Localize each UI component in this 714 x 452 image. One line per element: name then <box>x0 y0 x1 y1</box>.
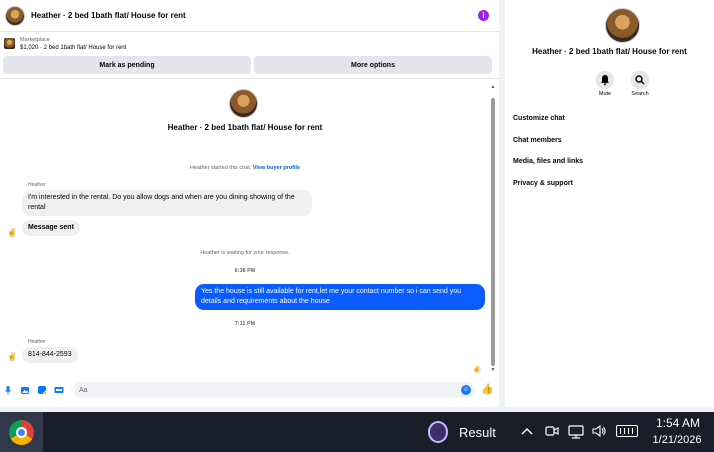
message-sender: Heather <box>28 339 46 345</box>
microphone-icon[interactable] <box>3 385 13 395</box>
details-title: Heather · 2 bed 1bath flat/ House for re… <box>532 47 687 56</box>
scroll-up-arrow-icon[interactable]: ▲ <box>490 84 496 90</box>
incoming-message[interactable]: Message sent <box>22 220 80 236</box>
timestamp: 6:38 PM <box>234 268 256 274</box>
chat-members-item[interactable]: Chat members <box>513 137 562 144</box>
avatar[interactable] <box>5 5 25 26</box>
network-icon[interactable] <box>568 423 584 443</box>
search-label: Search <box>631 91 649 97</box>
chat-panel: Heather · 2 bed 1bath flat/ House for re… <box>0 0 499 407</box>
sender-avatar-icon[interactable]: ✌ <box>6 351 18 363</box>
result-app-icon[interactable] <box>428 421 448 443</box>
clock-date[interactable]: 1/21/2026 <box>648 434 706 446</box>
details-avatar[interactable] <box>605 8 640 43</box>
scroll-down-arrow-icon[interactable]: ▼ <box>490 367 496 373</box>
clock-time[interactable]: 1:54 AM <box>652 416 704 430</box>
listing-price-title: $1,020 · 2 bed 1bath flat/ House for ren… <box>20 45 127 51</box>
message-thread: Heather · 2 bed 1bath flat/ House for re… <box>0 79 490 375</box>
image-icon[interactable] <box>20 385 30 395</box>
started-text: Heather started this chat. <box>189 165 252 171</box>
view-buyer-profile-link[interactable]: View buyer profile <box>253 165 300 171</box>
mark-as-pending-button[interactable]: Mark as pending <box>3 56 251 74</box>
thumbs-up-icon[interactable]: 👍 <box>481 384 493 396</box>
mute-button[interactable]: Mute <box>585 71 625 97</box>
media-files-links-item[interactable]: Media, files and links <box>513 158 583 165</box>
privacy-support-item[interactable]: Privacy & support <box>513 180 573 187</box>
marketplace-listing[interactable]: Marketplace $1,020 · 2 bed 1bath flat/ H… <box>0 33 499 55</box>
chrome-icon[interactable] <box>9 420 34 445</box>
taskbar: Result 1:54 AM 1/21/2026 <box>0 412 714 452</box>
outgoing-message[interactable]: Yes the house is still available for ren… <box>195 284 485 310</box>
scrollbar[interactable]: ▲ ▼ <box>490 84 496 374</box>
listing-category: Marketplace <box>20 37 50 43</box>
result-label[interactable]: Result <box>459 425 496 440</box>
seen-indicator-icon: ✌ <box>473 366 481 374</box>
search-button[interactable]: Search <box>620 71 660 97</box>
message-composer: ☺ 👍 <box>0 380 499 400</box>
more-options-button[interactable]: More options <box>254 56 492 74</box>
conversation-details-panel: Heather · 2 bed 1bath flat/ House for re… <box>505 0 714 407</box>
gif-icon[interactable] <box>54 385 64 395</box>
chat-title[interactable]: Heather · 2 bed 1bath flat/ House for re… <box>31 11 186 20</box>
mute-label: Mute <box>598 91 612 97</box>
listing-thumbnail <box>4 38 15 49</box>
waiting-notice: Heather is waiting for your response. <box>200 250 290 256</box>
sticker-icon[interactable] <box>37 385 47 395</box>
sender-avatar-icon[interactable]: ✌ <box>6 227 18 239</box>
taskbar-app-chrome[interactable] <box>0 412 43 452</box>
info-icon[interactable]: i <box>478 10 489 21</box>
camera-icon[interactable] <box>545 423 559 443</box>
message-sender: Heather <box>28 182 46 188</box>
chat-started-notice: Heather started this chat. View buyer pr… <box>0 165 490 171</box>
incoming-message[interactable]: 814-844-2593 <box>22 347 78 363</box>
incoming-message[interactable]: I'm interested in the rental. Do you all… <box>22 190 312 216</box>
timestamp: 7:11 PM <box>234 321 256 327</box>
chat-header: Heather · 2 bed 1bath flat/ House for re… <box>0 0 499 32</box>
show-hidden-icons-icon[interactable] <box>520 423 534 443</box>
thread-avatar[interactable] <box>229 89 258 118</box>
bell-icon[interactable] <box>596 71 614 89</box>
search-icon[interactable] <box>631 71 649 89</box>
scroll-thumb[interactable] <box>491 98 495 366</box>
emoji-icon[interactable]: ☺ <box>461 385 471 395</box>
customize-chat-item[interactable]: Customize chat <box>513 115 565 122</box>
volume-icon[interactable] <box>591 423 607 443</box>
keyboard-icon[interactable] <box>616 425 638 437</box>
message-input[interactable] <box>73 382 475 398</box>
thread-title: Heather · 2 bed 1bath flat/ House for re… <box>167 123 323 132</box>
